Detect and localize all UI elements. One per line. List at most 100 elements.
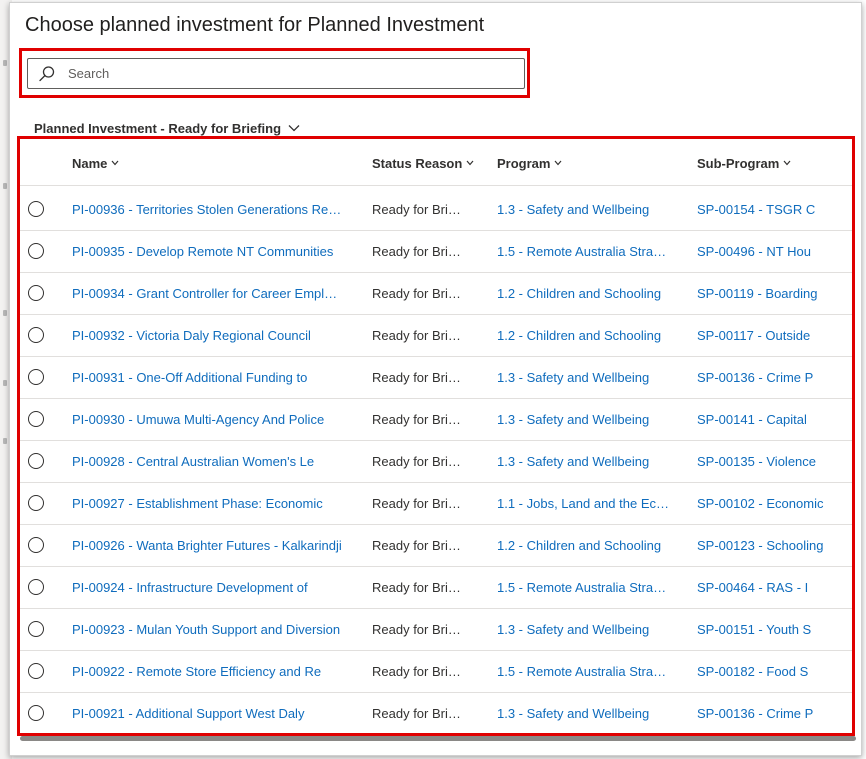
cell-sub-program[interactable]: SP-00136 - Crime P	[697, 369, 831, 387]
cell-status-reason: Ready for Briefing	[372, 622, 465, 637]
cell-sub-program[interactable]: SP-00102 - Economic	[697, 495, 831, 513]
column-header-name[interactable]: Name	[72, 154, 119, 172]
background-mark	[3, 438, 7, 444]
row-select-radio[interactable]	[28, 369, 44, 385]
cell-program[interactable]: 1.2 - Children and Schooling	[497, 327, 669, 345]
cell-program[interactable]: 1.1 - Jobs, Land and the Economy	[497, 495, 669, 513]
cell-status-reason: Ready for Briefing	[372, 286, 465, 301]
search-box[interactable]	[27, 58, 525, 89]
cell-sub-program[interactable]: SP-00496 - NT Hou	[697, 243, 831, 261]
row-select-radio[interactable]	[28, 201, 44, 217]
cell-status-reason: Ready for Briefing	[372, 706, 465, 721]
table-row[interactable]: PI-00926 - Wanta Brighter Futures - Kalk…	[20, 525, 852, 567]
table-row[interactable]: PI-00922 - Remote Store Efficiency and R…	[20, 651, 852, 693]
row-select-radio[interactable]	[28, 243, 44, 259]
cell-status-reason: Ready for Briefing	[372, 370, 465, 385]
cell-program[interactable]: 1.5 - Remote Australia Strategies	[497, 579, 669, 597]
chevron-down-icon	[111, 160, 119, 166]
cell-program[interactable]: 1.3 - Safety and Wellbeing	[497, 453, 669, 471]
cell-status-reason: Ready for Briefing	[372, 244, 465, 259]
table-row[interactable]: PI-00935 - Develop Remote NT Communities…	[20, 231, 852, 273]
cell-program[interactable]: 1.3 - Safety and Wellbeing	[497, 201, 669, 219]
cell-name[interactable]: PI-00922 - Remote Store Efficiency and R…	[72, 663, 344, 681]
table-row[interactable]: PI-00934 - Grant Controller for Career E…	[20, 273, 852, 315]
cell-status-reason: Ready for Briefing	[372, 538, 465, 553]
cell-status-reason: Ready for Briefing	[372, 496, 465, 511]
cell-sub-program[interactable]: SP-00123 - Schooling	[697, 537, 831, 555]
chevron-down-icon	[288, 125, 300, 132]
cell-name[interactable]: PI-00934 - Grant Controller for Career E…	[72, 285, 344, 303]
row-select-radio[interactable]	[28, 705, 44, 721]
cell-program[interactable]: 1.3 - Safety and Wellbeing	[497, 621, 669, 639]
cell-name[interactable]: PI-00932 - Victoria Daly Regional Counci…	[72, 327, 344, 345]
row-select-radio[interactable]	[28, 537, 44, 553]
table-row[interactable]: PI-00927 - Establishment Phase: Economic…	[20, 483, 852, 525]
cell-program[interactable]: 1.3 - Safety and Wellbeing	[497, 411, 669, 429]
chevron-down-icon	[555, 160, 562, 166]
records-grid: Name Status Reason Program Sub-Program P…	[20, 139, 852, 733]
row-select-radio[interactable]	[28, 285, 44, 301]
background-mark	[3, 60, 7, 66]
background-mark	[3, 183, 7, 189]
column-header-status-reason[interactable]: Status Reason	[372, 154, 474, 172]
background-mark	[3, 380, 7, 386]
cell-program[interactable]: 1.5 - Remote Australia Strategies	[497, 243, 669, 261]
cell-program[interactable]: 1.3 - Safety and Wellbeing	[497, 705, 669, 723]
search-input[interactable]	[68, 61, 508, 86]
row-select-radio[interactable]	[28, 411, 44, 427]
cell-name[interactable]: PI-00935 - Develop Remote NT Communities	[72, 243, 344, 261]
cell-program[interactable]: 1.5 - Remote Australia Strategies	[497, 663, 669, 681]
cell-name[interactable]: PI-00931 - One-Off Additional Funding to	[72, 369, 344, 387]
cell-name[interactable]: PI-00923 - Mulan Youth Support and Diver…	[72, 621, 344, 639]
cell-sub-program[interactable]: SP-00119 - Boarding	[697, 285, 831, 303]
cell-sub-program[interactable]: SP-00182 - Food S	[697, 663, 831, 681]
column-header-label: Status Reason	[372, 155, 463, 171]
cell-sub-program[interactable]: SP-00141 - Capital	[697, 411, 831, 429]
cell-program[interactable]: 1.2 - Children and Schooling	[497, 537, 669, 555]
cell-sub-program[interactable]: SP-00464 - RAS - I	[697, 579, 831, 597]
row-select-radio[interactable]	[28, 621, 44, 637]
table-row[interactable]: PI-00931 - One-Off Additional Funding to…	[20, 357, 852, 399]
chevron-down-icon	[466, 160, 474, 166]
table-row[interactable]: PI-00921 - Additional Support West Daly …	[20, 693, 852, 733]
row-select-radio[interactable]	[28, 663, 44, 679]
horizontal-scrollbar[interactable]	[20, 736, 856, 741]
table-row[interactable]: PI-00936 - Territories Stolen Generation…	[20, 189, 852, 231]
cell-name[interactable]: PI-00936 - Territories Stolen Generation…	[72, 201, 344, 219]
cell-sub-program[interactable]: SP-00135 - Violence	[697, 453, 831, 471]
cell-name[interactable]: PI-00928 - Central Australian Women's Le	[72, 453, 344, 471]
cell-name[interactable]: PI-00924 - Infrastructure Development of	[72, 579, 344, 597]
table-row[interactable]: PI-00928 - Central Australian Women's Le…	[20, 441, 852, 483]
cell-name[interactable]: PI-00927 - Establishment Phase: Economic	[72, 495, 344, 513]
cell-name[interactable]: PI-00921 - Additional Support West Daly	[72, 705, 344, 723]
row-select-radio[interactable]	[28, 495, 44, 511]
table-row[interactable]: PI-00930 - Umuwa Multi-Agency And Police…	[20, 399, 852, 441]
cell-status-reason: Ready for Briefing	[372, 454, 465, 469]
cell-program[interactable]: 1.3 - Safety and Wellbeing	[497, 369, 669, 387]
cell-sub-program[interactable]: SP-00154 - TSGR C	[697, 201, 831, 219]
column-header-label: Sub-Program	[697, 155, 780, 171]
column-header-label: Program	[497, 155, 551, 171]
row-select-radio[interactable]	[28, 453, 44, 469]
lookup-dialog: Choose planned investment for Planned In…	[9, 2, 862, 756]
column-header-program[interactable]: Program	[497, 154, 562, 172]
dialog-title: Choose planned investment for Planned In…	[25, 14, 485, 36]
cell-sub-program[interactable]: SP-00117 - Outside	[697, 327, 831, 345]
cell-status-reason: Ready for Briefing	[372, 412, 465, 427]
row-select-radio[interactable]	[28, 327, 44, 343]
cell-status-reason: Ready for Briefing	[372, 328, 465, 343]
table-row[interactable]: PI-00923 - Mulan Youth Support and Diver…	[20, 609, 852, 651]
chevron-down-icon	[783, 160, 791, 166]
cell-status-reason: Ready for Briefing	[372, 580, 465, 595]
cell-program[interactable]: 1.2 - Children and Schooling	[497, 285, 669, 303]
cell-name[interactable]: PI-00930 - Umuwa Multi-Agency And Police	[72, 411, 344, 429]
table-row[interactable]: PI-00924 - Infrastructure Development of…	[20, 567, 852, 609]
cell-sub-program[interactable]: SP-00136 - Crime P	[697, 705, 831, 723]
column-header-sub-program[interactable]: Sub-Program	[697, 154, 791, 172]
cell-sub-program[interactable]: SP-00151 - Youth S	[697, 621, 831, 639]
table-row[interactable]: PI-00932 - Victoria Daly Regional Counci…	[20, 315, 852, 357]
view-selector[interactable]: Planned Investment - Ready for Briefing	[34, 118, 300, 138]
cell-name[interactable]: PI-00926 - Wanta Brighter Futures - Kalk…	[72, 537, 344, 555]
cell-status-reason: Ready for Briefing	[372, 664, 465, 679]
row-select-radio[interactable]	[28, 579, 44, 595]
